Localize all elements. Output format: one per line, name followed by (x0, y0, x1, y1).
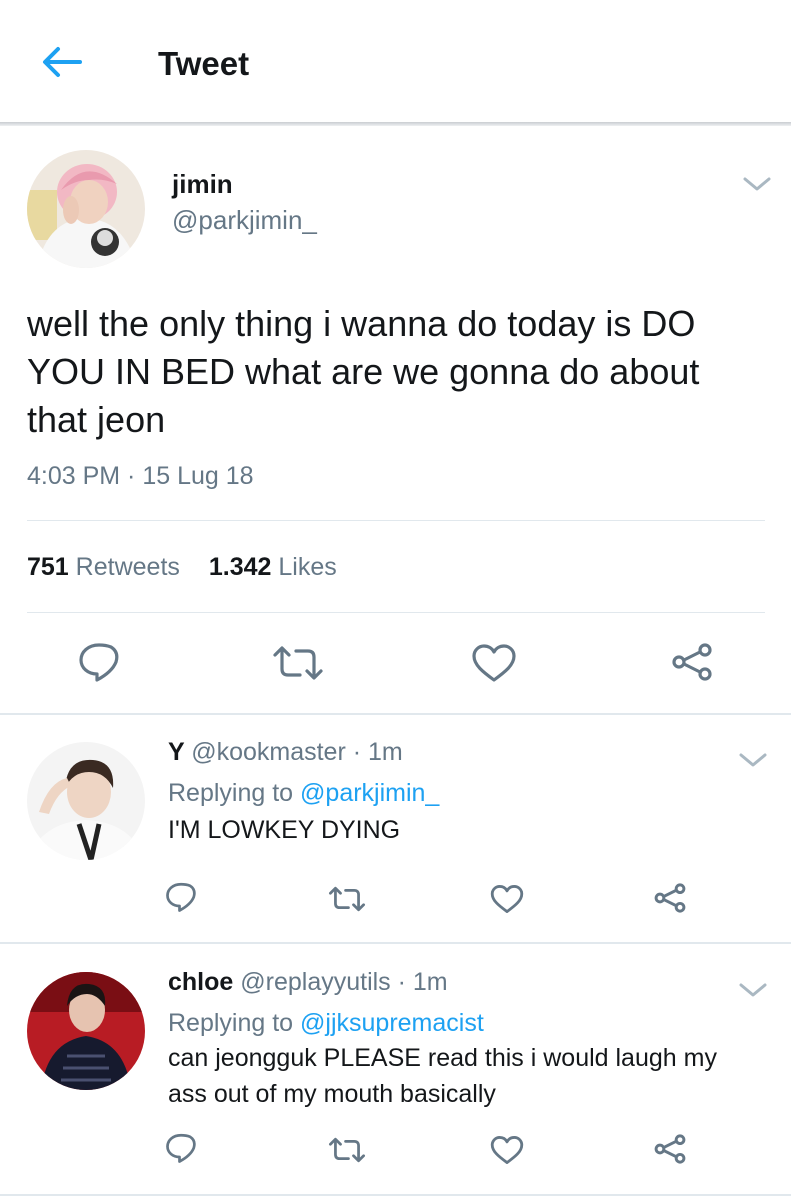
share-icon[interactable] (653, 882, 687, 919)
retweet-icon[interactable] (272, 645, 324, 686)
like-icon[interactable] (490, 1135, 524, 1170)
reply-handle-time[interactable]: @kookmaster · 1m (191, 738, 403, 766)
avatar[interactable] (27, 742, 145, 860)
top-bar: Tweet (0, 0, 791, 124)
avatar[interactable] (27, 150, 145, 268)
reply-handle-time[interactable]: @replayyutils · 1m (240, 968, 447, 996)
replying-to: Replying to @jjksupremacist (168, 1006, 484, 1040)
replying-to: Replying to @parkjimin_ (168, 776, 439, 810)
divider (27, 520, 765, 521)
chevron-down-icon[interactable] (738, 750, 768, 770)
chevron-down-icon[interactable] (738, 980, 768, 1000)
replying-to-prefix: Replying to (168, 1009, 294, 1037)
like-icon[interactable] (490, 884, 524, 919)
replying-to-prefix: Replying to (168, 779, 294, 807)
tweet-divider (0, 1194, 791, 1196)
retweet-icon[interactable] (328, 1137, 366, 1168)
reply-text: can jeongguk PLEASE read this i would la… (168, 1044, 717, 1108)
reply-icon[interactable] (165, 882, 197, 917)
reply-icon[interactable] (78, 642, 120, 687)
author-handle[interactable]: @parkjimin_ (172, 204, 317, 236)
retweets-label[interactable]: Retweets (76, 553, 180, 581)
header-divider (0, 122, 791, 126)
avatar[interactable] (27, 972, 145, 1090)
like-count[interactable]: 1.342 (209, 553, 272, 581)
reply-author: chloe @replayyutils · 1m (168, 966, 448, 998)
replying-to-mention[interactable]: @parkjimin_ (300, 779, 439, 807)
page-title: Tweet (158, 45, 250, 82)
reply-author-name[interactable]: Y (168, 738, 184, 766)
share-icon[interactable] (653, 1133, 687, 1170)
reply-author-name[interactable]: chloe (168, 968, 233, 996)
like-icon[interactable] (471, 643, 517, 688)
retweet-count[interactable]: 751 (27, 553, 69, 581)
chevron-down-icon[interactable] (742, 174, 772, 194)
reply-icon[interactable] (165, 1133, 197, 1168)
share-icon[interactable] (670, 642, 714, 687)
likes-label[interactable]: Likes (278, 553, 336, 581)
replying-to-mention[interactable]: @jjksupremacist (300, 1009, 484, 1037)
divider (27, 612, 765, 613)
tweet-stats: 751 Retweets 1.342 Likes (27, 550, 359, 584)
author-name[interactable]: jimin (172, 168, 233, 200)
back-arrow-icon[interactable] (40, 44, 84, 80)
tweet-divider (0, 942, 791, 944)
tweet-timestamp[interactable]: 4:03 PM · 15 Lug 18 (27, 460, 254, 492)
reply-text: I'M LOWKEY DYING (168, 816, 401, 844)
tweet-divider (0, 713, 791, 715)
reply-author: Y @kookmaster · 1m (168, 736, 403, 768)
retweet-icon[interactable] (328, 886, 366, 917)
tweet-text: well the only thing i wanna do today is … (27, 303, 700, 440)
